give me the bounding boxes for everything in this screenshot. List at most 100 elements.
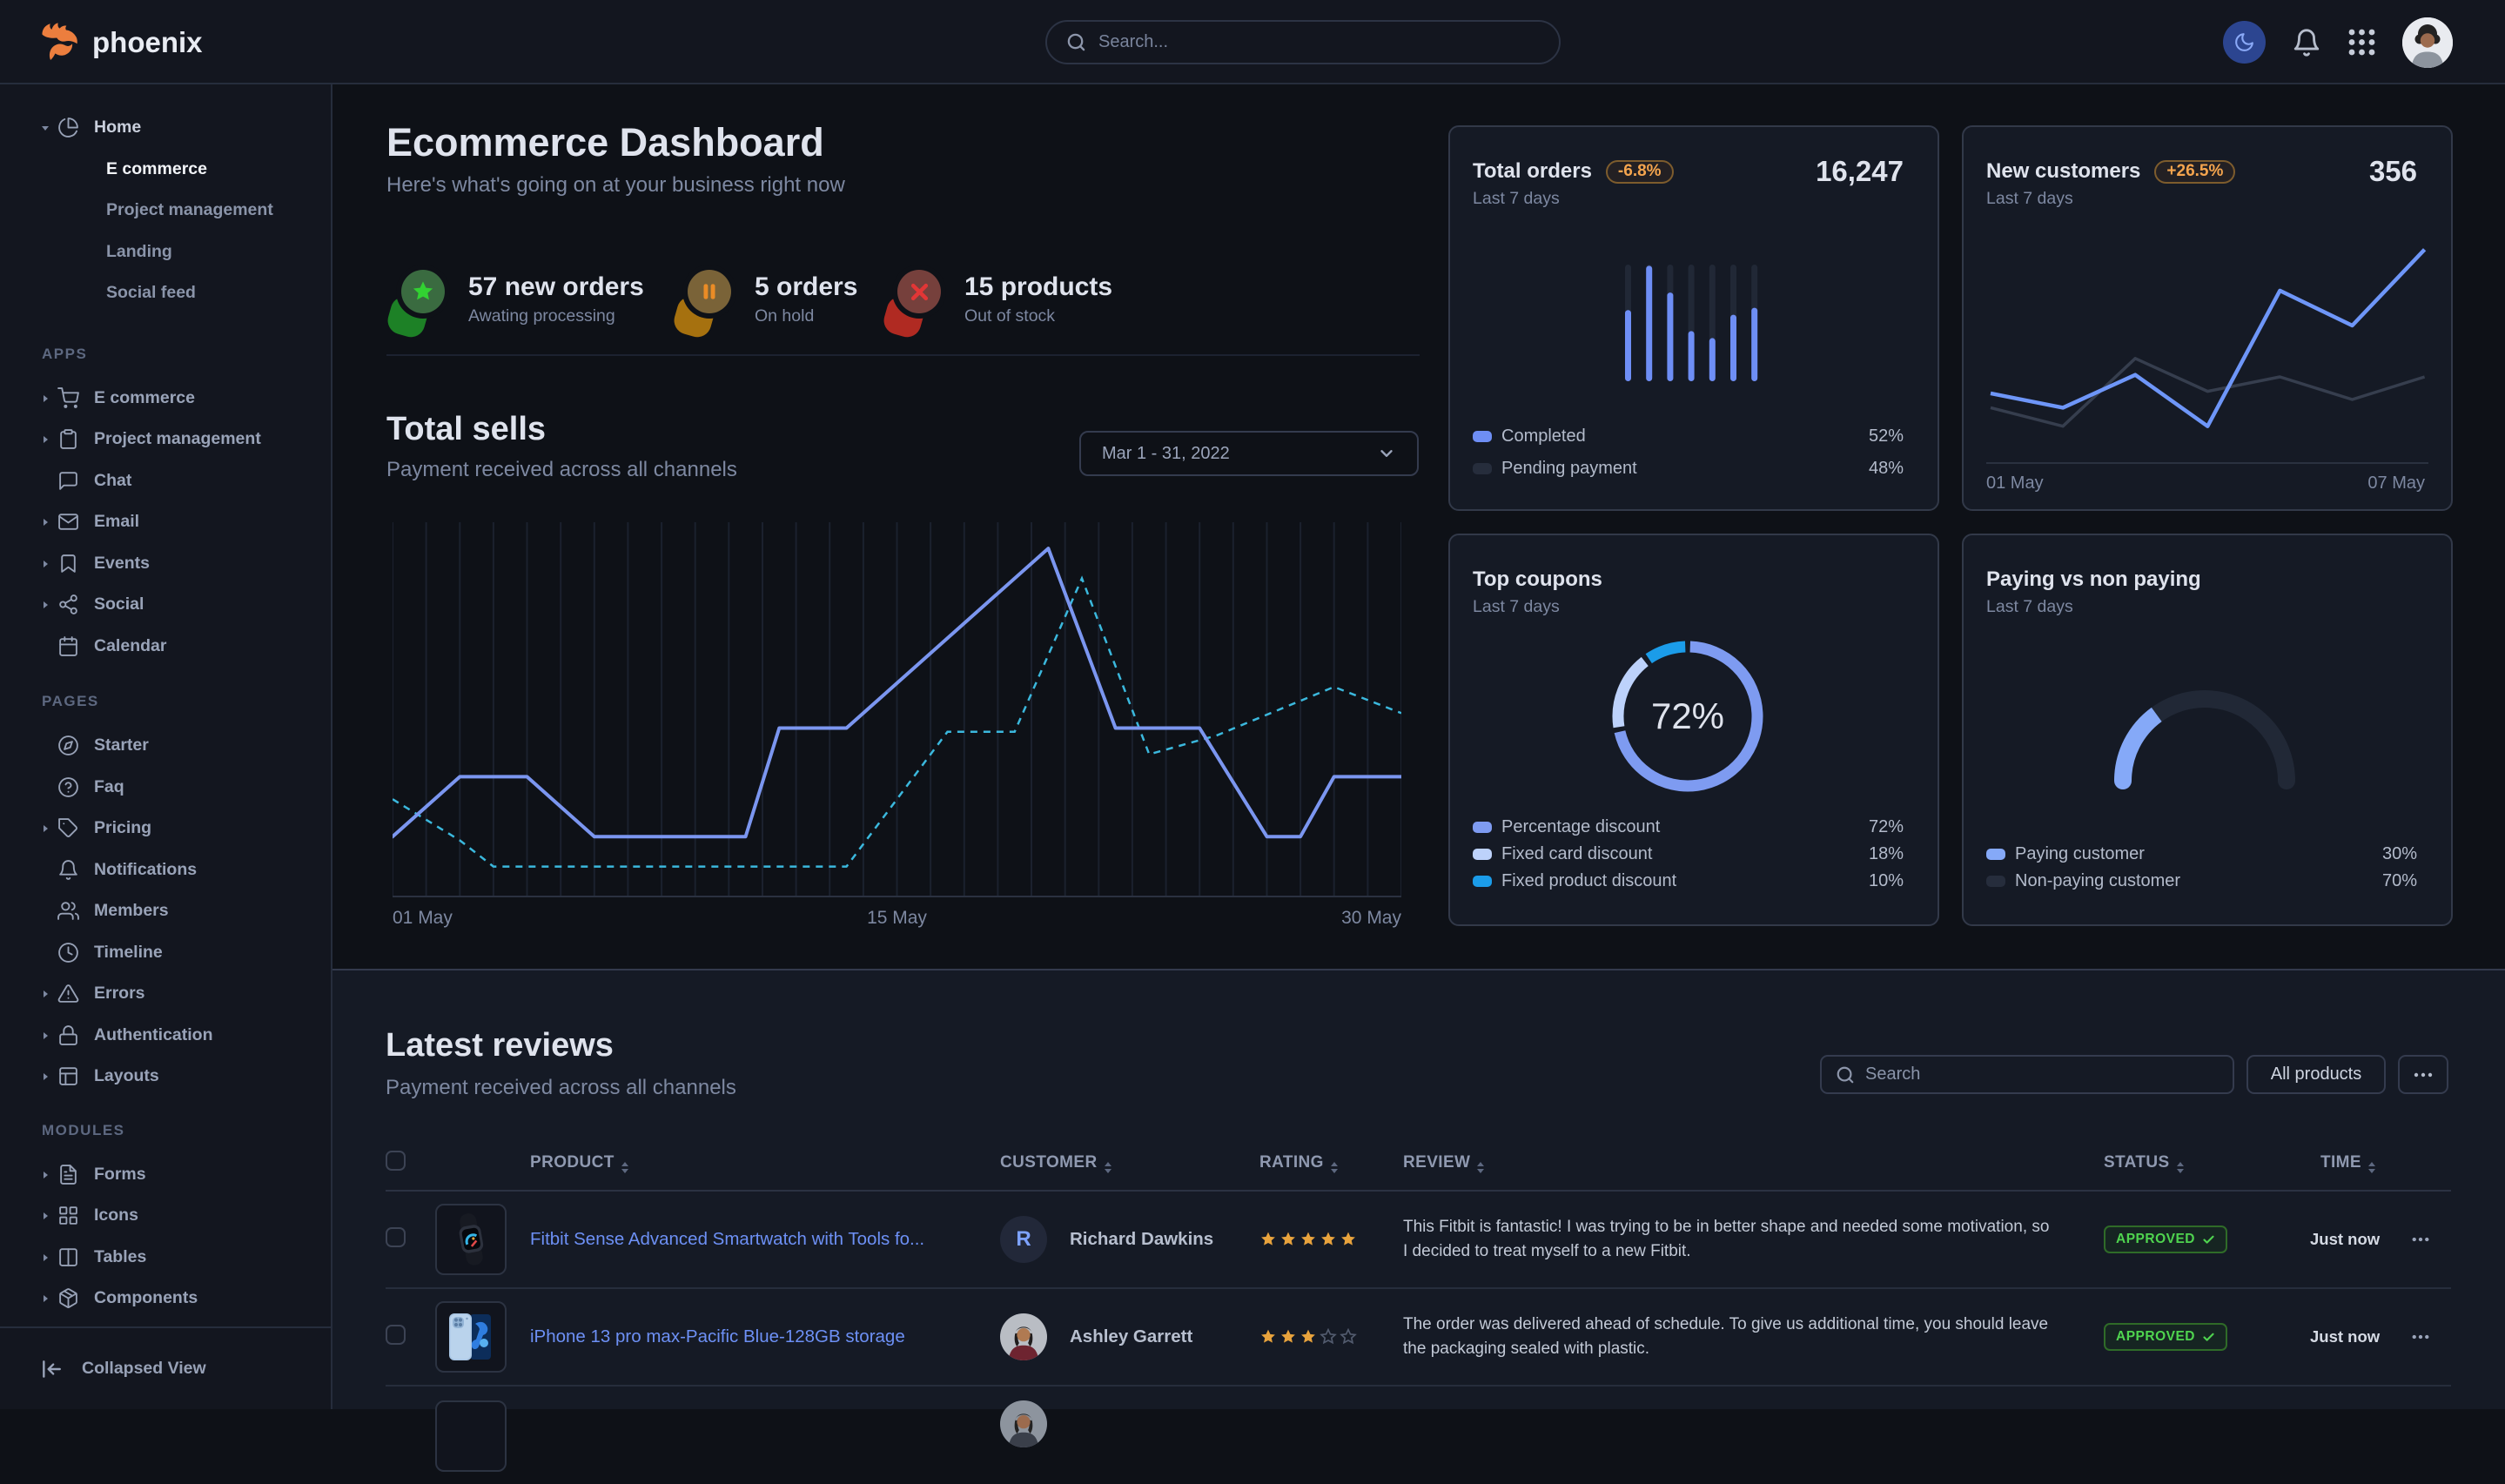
sidebar-section-modules: MODULES <box>0 1091 331 1154</box>
stat-sub: Awating processing <box>468 306 644 326</box>
theme-toggle-button[interactable] <box>2223 21 2266 64</box>
sidebar-item-home[interactable]: Home <box>0 107 331 149</box>
collapsed-view-label: Collapsed View <box>82 1359 206 1379</box>
sidebar-subitem-social-feed[interactable]: Social feed <box>0 272 331 314</box>
sidebar-subitem-e-commerce[interactable]: E commerce <box>0 149 331 191</box>
sidebar-item-authentication[interactable]: Authentication <box>0 1015 331 1057</box>
legend-label: Completed <box>1501 426 1586 447</box>
sidebar-item-social[interactable]: Social <box>0 584 331 626</box>
sidebar-subitem-landing[interactable]: Landing <box>0 232 331 273</box>
legend-value: 52% <box>1869 426 1904 447</box>
reviews-search-input[interactable] <box>1865 1064 2219 1084</box>
column-header-time[interactable]: TIME <box>2300 1136 2389 1191</box>
sidebar-item-timeline[interactable]: Timeline <box>0 932 331 974</box>
legend-row: Pending payment 48% <box>1473 458 1904 479</box>
column-header-product[interactable]: PRODUCT <box>435 1136 1000 1191</box>
sidebar-item-icons[interactable]: Icons <box>0 1195 331 1237</box>
global-search-input[interactable] <box>1098 32 1540 52</box>
sidebar-item-email[interactable]: Email <box>0 501 331 543</box>
sidebar-item-project-management[interactable]: Project management <box>0 419 331 460</box>
new-customers-line-chart <box>1964 127 2451 510</box>
message-square-icon <box>57 470 79 492</box>
table-row: Fitbit Sense Advanced Smartwatch with To… <box>386 1191 2451 1288</box>
sidebar-item-notifications[interactable]: Notifications <box>0 849 331 891</box>
column-header-review[interactable]: REVIEW <box>1403 1136 2104 1191</box>
legend-swatch <box>1473 822 1492 833</box>
date-range-select[interactable]: Mar 1 - 31, 2022 <box>1079 431 1419 476</box>
row-checkbox[interactable] <box>386 1325 406 1345</box>
select-all-checkbox[interactable] <box>386 1151 406 1171</box>
stat-sub: On hold <box>755 306 857 326</box>
latest-reviews-section: Latest reviews Payment received across a… <box>332 969 2505 1409</box>
caret-right-icon <box>40 1252 50 1262</box>
donut-center-label: 72% <box>1651 695 1724 737</box>
sidebar-item-faq[interactable]: Faq <box>0 767 331 809</box>
reviews-more-button[interactable] <box>2398 1055 2448 1094</box>
mail-icon <box>57 511 79 533</box>
stat-pause-icon <box>673 270 731 338</box>
sidebar-item-members[interactable]: Members <box>0 890 331 932</box>
legend-row: Paying customer 30% <box>1986 843 2417 864</box>
column-header-status[interactable]: STATUS <box>2104 1136 2300 1191</box>
latest-reviews-subtitle: Payment received across all channels <box>386 1076 736 1100</box>
sidebar-item-e-commerce[interactable]: E commerce <box>0 378 331 420</box>
sidebar-subitem-project-management[interactable]: Project management <box>0 190 331 232</box>
package-icon <box>57 1287 79 1309</box>
sidebar-item-calendar[interactable]: Calendar <box>0 626 331 668</box>
customer-avatar-initial: R <box>1000 1216 1047 1263</box>
card-legend: Completed 52% Pending payment 48% <box>1473 426 1904 479</box>
product-link[interactable]: Fitbit Sense Advanced Smartwatch with To… <box>530 1229 924 1250</box>
caret-right-icon <box>40 1293 50 1303</box>
sidebar-item-components[interactable]: Components <box>0 1278 331 1319</box>
column-header-customer[interactable]: CUSTOMER <box>1000 1136 1259 1191</box>
top-coupons-card: Top coupons Last 7 days 72% Percentage d… <box>1448 534 1939 926</box>
paying-vs-nonpaying-card: Paying vs non paying Last 7 days Paying … <box>1962 534 2453 926</box>
notifications-button[interactable] <box>2292 28 2321 57</box>
table-row <box>386 1386 2451 1484</box>
global-search[interactable] <box>1045 20 1561 64</box>
stats-divider <box>386 354 1420 356</box>
product-thumbnail[interactable] <box>435 1301 507 1373</box>
sidebar-item-forms[interactable]: Forms <box>0 1154 331 1196</box>
column-header-rating[interactable]: RATING <box>1259 1136 1403 1191</box>
total-sells-chart: 01 May15 May30 May <box>393 522 1401 929</box>
legend-swatch <box>1473 876 1492 887</box>
caret-right-icon <box>40 1031 50 1040</box>
sidebar-item-starter[interactable]: Starter <box>0 725 331 767</box>
apps-grid-button[interactable] <box>2347 28 2376 57</box>
stat-star-icon <box>386 270 445 338</box>
legend-label: Fixed product discount <box>1501 871 1676 891</box>
row-more-button[interactable] <box>2389 1334 2451 1340</box>
all-products-filter-button[interactable]: All products <box>2246 1055 2386 1094</box>
row-more-button[interactable] <box>2389 1237 2451 1242</box>
brand-name: phoenix <box>92 26 203 59</box>
table-row: iPhone 13 pro max-Pacific Blue-128GB sto… <box>386 1288 2451 1386</box>
stat-x-icon <box>883 270 941 338</box>
caret-right-icon <box>40 989 50 998</box>
customer-name: Ashley Garrett <box>1070 1326 1192 1347</box>
sidebar-item-tables[interactable]: Tables <box>0 1237 331 1279</box>
reviews-search[interactable] <box>1820 1055 2234 1094</box>
sidebar-item-pricing[interactable]: Pricing <box>0 808 331 849</box>
row-checkbox[interactable] <box>386 1227 406 1247</box>
product-thumbnail[interactable] <box>435 1204 507 1275</box>
chevron-down-icon <box>1377 444 1396 463</box>
sidebar-section-pages: PAGES <box>0 661 331 725</box>
user-avatar[interactable] <box>2402 17 2453 68</box>
review-time: Just now <box>2310 1327 2380 1346</box>
brand-logo[interactable]: phoenix <box>40 23 203 62</box>
product-link[interactable]: iPhone 13 pro max-Pacific Blue-128GB sto… <box>530 1326 905 1347</box>
bell-icon <box>57 859 79 881</box>
date-range-value: Mar 1 - 31, 2022 <box>1102 444 1377 464</box>
legend-row: Fixed card discount 18% <box>1473 843 1904 864</box>
caret-right-icon <box>40 559 50 568</box>
sidebar-item-chat[interactable]: Chat <box>0 460 331 502</box>
review-text: The order was delivered ahead of schedul… <box>1403 1313 2104 1362</box>
sidebar-item-events[interactable]: Events <box>0 543 331 585</box>
stat-0: 57 new orders Awating processing <box>386 270 644 338</box>
total-orders-bar-chart <box>1450 127 1938 388</box>
sidebar-item-errors[interactable]: Errors <box>0 973 331 1015</box>
clock-icon <box>57 942 79 964</box>
legend-row: Non-paying customer 70% <box>1986 870 2417 891</box>
collapsed-view-toggle[interactable]: Collapsed View <box>0 1326 331 1409</box>
